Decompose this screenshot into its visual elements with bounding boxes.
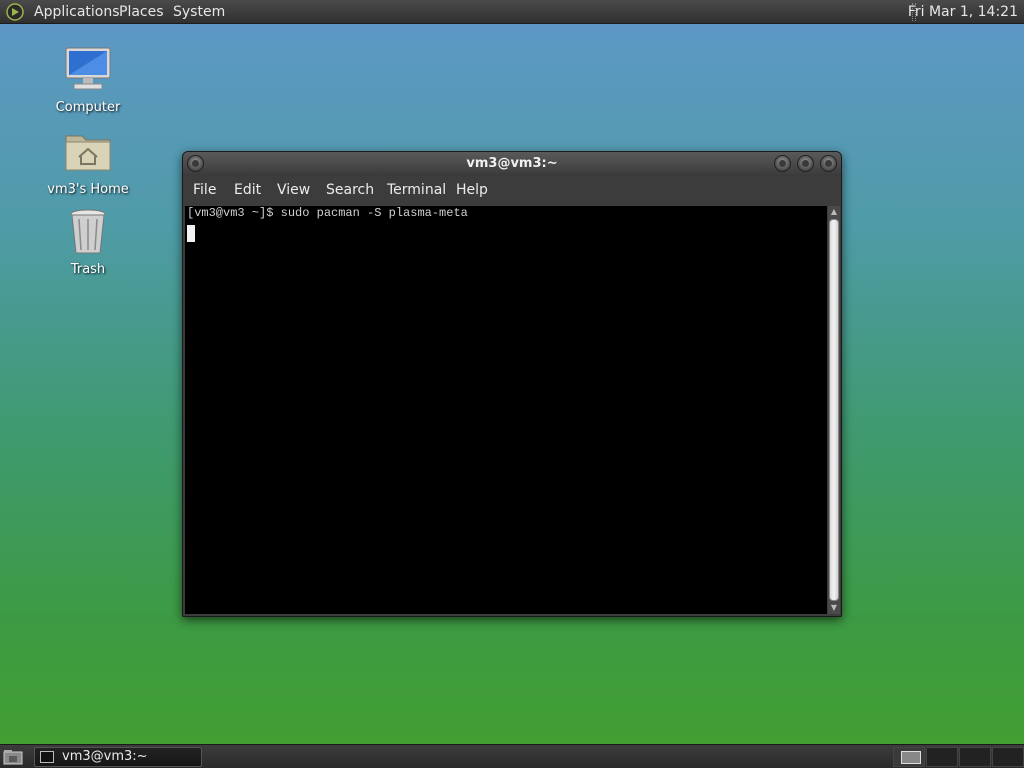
desktop-icon-trash[interactable]: Trash [38, 208, 138, 278]
trash-icon [70, 209, 106, 254]
computer-icon [65, 47, 111, 90]
terminal-output[interactable]: [vm3@vm3 ~]$ sudo pacman -S plasma-meta [185, 206, 827, 614]
terminal-icon [40, 751, 54, 763]
text-cursor [187, 225, 195, 242]
window-titlebar[interactable]: vm3@vm3:~ [183, 152, 841, 176]
menu-file[interactable]: File [193, 182, 216, 198]
menu-help[interactable]: Help [456, 182, 488, 198]
desktop-icon-computer[interactable]: Computer [38, 46, 138, 116]
terminal-line: [vm3@vm3 ~]$ sudo pacman -S plasma-meta [187, 206, 468, 220]
bottom-panel: vm3@vm3:~ [0, 744, 1024, 768]
scroll-down-icon[interactable]: ▼ [828, 602, 840, 614]
close-button[interactable] [820, 155, 837, 172]
window-title: vm3@vm3:~ [466, 156, 558, 171]
terminal-prompt-line [187, 224, 825, 242]
scroll-up-icon[interactable]: ▲ [828, 206, 840, 218]
desktop-icon-home[interactable]: vm3's Home [38, 128, 138, 198]
scrollbar-thumb[interactable] [829, 219, 839, 601]
menu-view[interactable]: View [277, 182, 310, 198]
desktop-icon-label: vm3's Home [47, 182, 129, 197]
home-folder-icon [65, 135, 111, 171]
desktop-icon-label: Computer [55, 100, 121, 115]
menu-edit[interactable]: Edit [234, 182, 261, 198]
gnome-foot-icon[interactable] [4, 2, 26, 22]
menu-system[interactable]: System [173, 3, 225, 21]
minimize-button[interactable] [774, 155, 791, 172]
top-panel: Applications Places System Fri Mar 1, 14… [0, 0, 1024, 24]
terminal-scrollbar[interactable]: ▲ ▼ [828, 206, 840, 614]
desktop-icon-label: Trash [70, 262, 106, 277]
workspace-window-thumbnail [901, 751, 921, 764]
window-menubar: File Edit View Search Terminal Help [183, 176, 841, 204]
taskbar-item-terminal[interactable]: vm3@vm3:~ [34, 747, 202, 767]
show-desktop-icon[interactable] [2, 748, 24, 766]
workspace-1[interactable] [893, 747, 925, 767]
menu-places[interactable]: Places [119, 3, 164, 21]
workspace-2[interactable] [926, 747, 958, 767]
menu-search[interactable]: Search [326, 182, 374, 198]
menu-applications[interactable]: Applications [34, 3, 120, 21]
menu-terminal[interactable]: Terminal [387, 182, 446, 198]
maximize-button[interactable] [797, 155, 814, 172]
workspace-4[interactable] [992, 747, 1024, 767]
workspace-3[interactable] [959, 747, 991, 767]
taskbar-item-label: vm3@vm3:~ [62, 749, 148, 764]
clock[interactable]: Fri Mar 1, 14:21 [908, 3, 1018, 21]
terminal-window[interactable]: vm3@vm3:~ File Edit View Search Terminal… [182, 151, 842, 617]
